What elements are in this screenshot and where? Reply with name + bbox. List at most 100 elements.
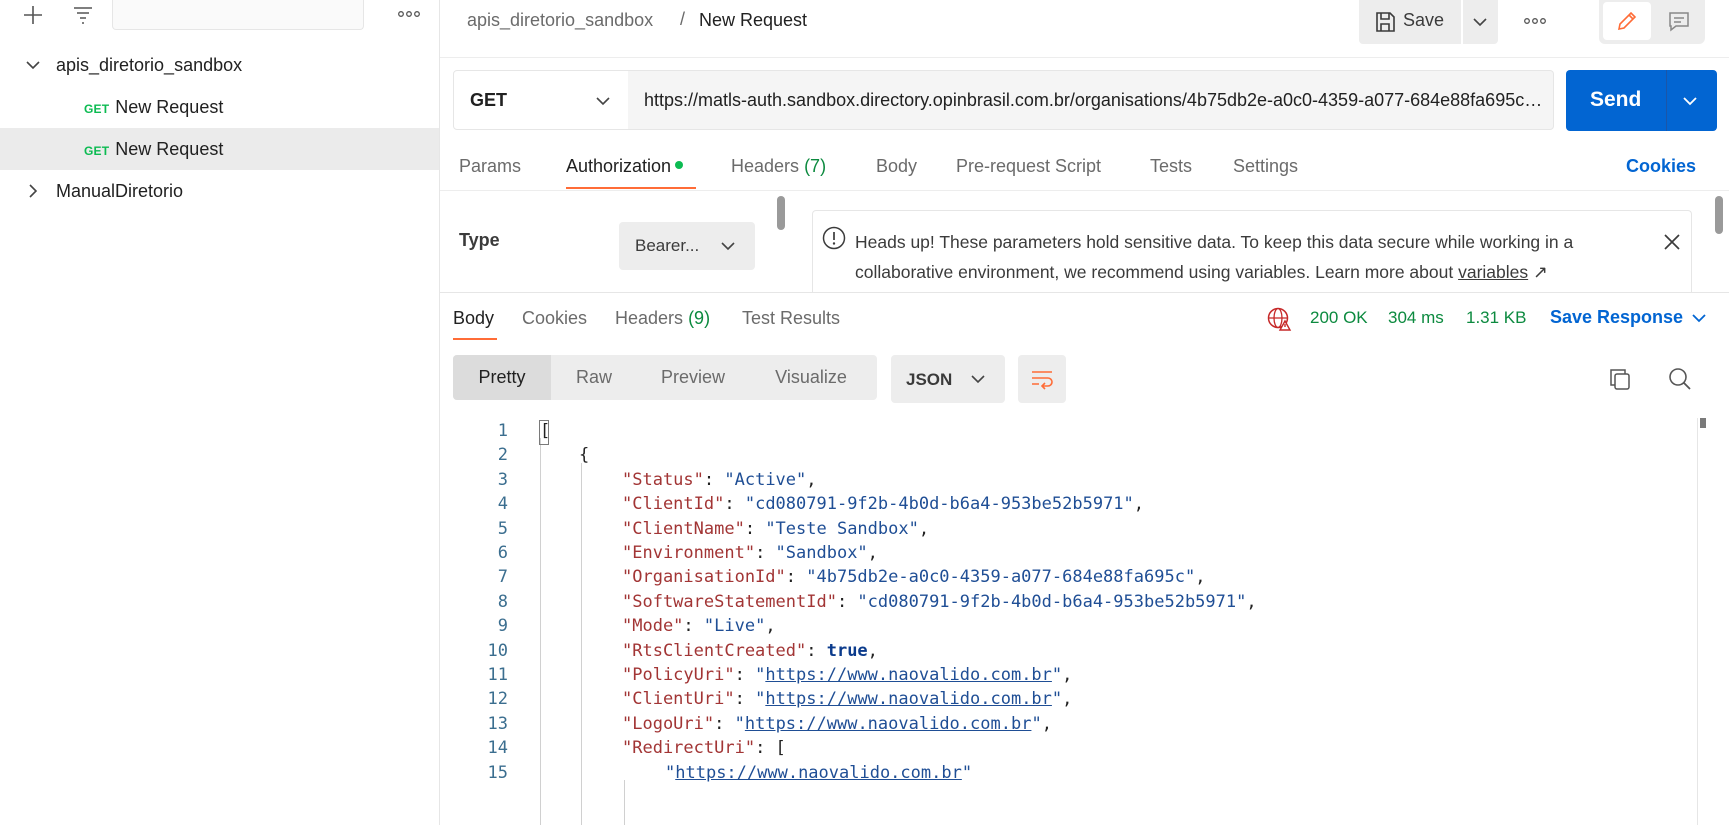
format-select[interactable]: JSON bbox=[891, 355, 1005, 403]
chevron-down-icon bbox=[971, 375, 985, 384]
response-size[interactable]: 1.31 KB bbox=[1466, 308, 1527, 328]
more-options-icon[interactable] bbox=[396, 4, 422, 24]
chevron-down-icon[interactable] bbox=[1690, 309, 1708, 327]
scrollbar-thumb[interactable] bbox=[777, 196, 785, 230]
save-dropdown-button[interactable] bbox=[1463, 0, 1498, 44]
sidebar-request-item[interactable]: GET New Request bbox=[0, 86, 439, 128]
json-link[interactable]: https://www.naovalido.com.br bbox=[745, 714, 1032, 734]
code-token: "OrganisationId" bbox=[622, 567, 786, 588]
edit-mode-button[interactable] bbox=[1603, 2, 1651, 40]
url-input[interactable]: https://matls-auth.sandbox.directory.opi… bbox=[628, 70, 1554, 130]
code-text: "LogoUri": "https://www.naovalido.com.br… bbox=[622, 711, 1052, 738]
tab-params[interactable]: Params bbox=[459, 156, 521, 177]
code-token: , bbox=[1062, 689, 1073, 710]
code-token: "LogoUri" bbox=[622, 713, 715, 734]
code-text: "RedirectUri": [ bbox=[622, 735, 786, 762]
tab-headers[interactable]: Headers (7) bbox=[731, 156, 826, 177]
sensitive-data-alert: Heads up! These parameters hold sensitiv… bbox=[812, 210, 1692, 292]
chevron-right-icon[interactable] bbox=[24, 182, 42, 200]
active-tab-indicator bbox=[566, 187, 696, 189]
code-token: "cd080791-9f2b-4b0d-b6a4-953be52b5971" bbox=[857, 591, 1247, 612]
auth-type-value: Bearer... bbox=[635, 236, 700, 255]
method-select[interactable]: GET bbox=[453, 70, 629, 130]
code-text: "Mode": "Live", bbox=[622, 613, 776, 640]
view-raw-button[interactable]: Raw bbox=[551, 355, 637, 400]
cookies-link[interactable]: Cookies bbox=[1626, 156, 1696, 177]
network-globe-icon[interactable] bbox=[1266, 306, 1292, 332]
view-visualize-button[interactable]: Visualize bbox=[749, 355, 873, 400]
status-badge[interactable]: 200 OK bbox=[1310, 308, 1368, 328]
response-time[interactable]: 304 ms bbox=[1388, 308, 1444, 328]
request-item-label: GET New Request bbox=[84, 139, 223, 160]
save-response-button[interactable]: Save Response bbox=[1550, 307, 1683, 328]
code-token: " bbox=[755, 665, 766, 685]
breadcrumb-parent[interactable]: apis_diretorio_sandbox bbox=[467, 10, 653, 31]
save-button[interactable]: Save bbox=[1359, 0, 1461, 44]
response-tab-body[interactable]: Body bbox=[453, 308, 494, 329]
json-link[interactable]: https://www.naovalido.com.br bbox=[765, 689, 1052, 709]
variables-link[interactable]: variables bbox=[1458, 262, 1528, 282]
tab-authorization[interactable]: Authorization bbox=[566, 156, 684, 177]
send-divider bbox=[1666, 70, 1667, 131]
sidebar-collection-apis-diretorio-sandbox[interactable]: apis_diretorio_sandbox bbox=[0, 44, 439, 86]
code-token: " bbox=[755, 689, 766, 710]
json-link[interactable]: https://www.naovalido.com.br bbox=[675, 763, 962, 783]
code-token: " bbox=[665, 762, 676, 783]
tab-body[interactable]: Body bbox=[876, 156, 917, 177]
code-token: : bbox=[703, 469, 725, 490]
response-tab-headers[interactable]: Headers (9) bbox=[615, 308, 710, 329]
save-label: Save bbox=[1403, 10, 1445, 30]
comment-icon bbox=[1669, 12, 1689, 32]
chevron-down-icon[interactable] bbox=[24, 56, 42, 74]
plus-icon[interactable] bbox=[20, 2, 46, 28]
sidebar-search-input[interactable] bbox=[112, 0, 364, 30]
code-token: true bbox=[826, 640, 868, 661]
sidebar-collection-manual-diretorio[interactable]: ManualDiretorio bbox=[0, 170, 439, 212]
code-line: 5 "ClientName": "Teste Sandbox", bbox=[440, 516, 1690, 543]
code-line: 1[ bbox=[440, 418, 1690, 445]
tab-settings[interactable]: Settings bbox=[1233, 156, 1298, 177]
collection-label: apis_diretorio_sandbox bbox=[56, 55, 243, 75]
view-pretty-button[interactable]: Pretty bbox=[453, 355, 551, 400]
line-number: 7 bbox=[497, 567, 508, 588]
pencil-icon bbox=[1617, 11, 1637, 31]
external-link-icon: ↗ bbox=[1533, 262, 1548, 282]
tab-tests[interactable]: Tests bbox=[1150, 156, 1192, 177]
code-token: " bbox=[1031, 713, 1042, 734]
close-icon[interactable] bbox=[1661, 231, 1683, 253]
sidebar-request-item-selected[interactable]: GET New Request bbox=[0, 128, 439, 170]
tab-prerequest-script[interactable]: Pre-request Script bbox=[956, 156, 1101, 177]
response-body-viewer[interactable]: 1[2{3 "Status": "Active", 4 "ClientId": "cd… bbox=[440, 418, 1700, 825]
filter-icon[interactable] bbox=[70, 2, 96, 28]
auth-type-select[interactable]: Bearer... bbox=[619, 222, 755, 270]
code-token: "ClientName" bbox=[622, 518, 745, 539]
code-token: , bbox=[1062, 665, 1073, 685]
view-preview-button[interactable]: Preview bbox=[637, 355, 749, 400]
code-line: 12 "ClientUri": "https://www.naovalido.co… bbox=[440, 686, 1690, 713]
search-icon[interactable] bbox=[1667, 366, 1693, 392]
scrollbar-thumb[interactable] bbox=[1700, 418, 1706, 428]
request-name: New Request bbox=[115, 97, 224, 117]
wrap-lines-button[interactable] bbox=[1018, 355, 1066, 403]
copy-icon[interactable] bbox=[1607, 366, 1633, 392]
response-tab-cookies[interactable]: Cookies bbox=[522, 308, 587, 329]
code-token: "PolicyUri" bbox=[622, 665, 735, 685]
response-tab-test-results[interactable]: Test Results bbox=[742, 308, 840, 329]
active-tab-indicator bbox=[453, 338, 497, 340]
json-link[interactable]: https://www.naovalido.com.br bbox=[765, 665, 1052, 685]
code-token: : bbox=[724, 494, 745, 515]
send-button[interactable]: Send bbox=[1566, 70, 1717, 131]
code-text: "SoftwareStatementId": "cd080791-9f2b-4b… bbox=[622, 589, 1257, 616]
scrollbar-thumb[interactable] bbox=[1715, 196, 1723, 234]
code-line: 7 "OrganisationId": "4b75db2e-a0c0-4359-a… bbox=[440, 564, 1690, 591]
breadcrumb-current[interactable]: New Request bbox=[699, 10, 807, 31]
tab-headers-label: Headers bbox=[731, 156, 800, 176]
more-options-icon[interactable] bbox=[1522, 10, 1548, 32]
comment-mode-button[interactable] bbox=[1657, 2, 1701, 40]
line-number: 10 bbox=[487, 640, 508, 661]
code-scrollbar[interactable] bbox=[1697, 418, 1707, 825]
line-number: 14 bbox=[487, 738, 508, 759]
chevron-down-icon[interactable] bbox=[1680, 91, 1700, 111]
collection-label: ManualDiretorio bbox=[56, 181, 184, 201]
line-number: 12 bbox=[487, 689, 508, 710]
